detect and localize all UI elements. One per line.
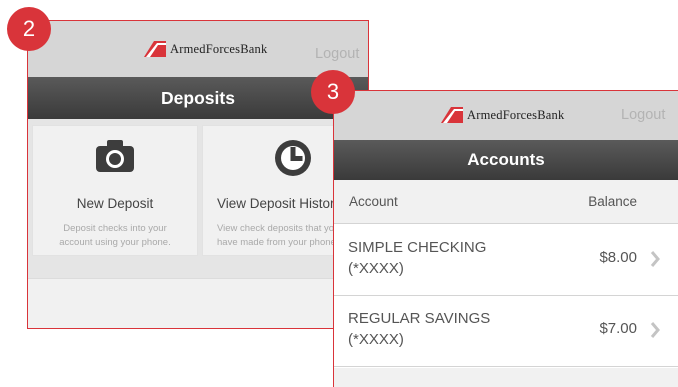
account-name: REGULAR SAVINGS [348, 310, 491, 327]
brand-name: ArmedForcesBank [467, 107, 565, 122]
step-badge-3: 3 [311, 70, 355, 114]
balance-column-header: Balance [588, 194, 637, 209]
deposit-options: New Deposit Deposit checks into your acc… [28, 119, 368, 279]
accounts-screen: ArmedForcesBank Logout Accounts Account … [333, 90, 678, 387]
account-number: (*XXXX) [348, 331, 404, 348]
list-footer [334, 368, 678, 387]
new-deposit-description: Deposit checks into your account using y… [33, 222, 197, 250]
account-row-regular-savings[interactable]: REGULAR SAVINGS (*XXXX) $7.00 [334, 296, 678, 367]
bank-logo: ArmedForcesBank [441, 107, 564, 123]
chevron-right-icon [650, 251, 660, 267]
bank-flag-icon [441, 107, 463, 123]
account-name: SIMPLE CHECKING [348, 239, 487, 256]
bank-flag-icon [144, 41, 166, 57]
account-balance: $7.00 [599, 320, 637, 337]
app-header: ArmedForcesBank Logout [28, 21, 368, 77]
new-deposit-title: New Deposit [76, 196, 154, 211]
camera-icon [94, 138, 136, 179]
accounts-table-header: Account Balance [334, 180, 678, 224]
chevron-right-icon [650, 322, 660, 338]
logout-link[interactable]: Logout [621, 107, 665, 123]
app-header: ArmedForcesBank Logout [334, 91, 678, 140]
brand-name: ArmedForcesBank [170, 41, 268, 56]
step-badge-2: 2 [7, 7, 51, 51]
deposits-screen: ArmedForcesBank Logout Deposits New Depo… [27, 20, 369, 329]
bank-logo: ArmedForcesBank [144, 41, 267, 57]
new-deposit-desc-line2: account using your phone. [59, 237, 171, 248]
stage: ArmedForcesBank Logout Deposits New Depo… [0, 0, 678, 387]
new-deposit-desc-line1: Deposit checks into your [63, 223, 167, 234]
account-column-header: Account [349, 194, 398, 209]
account-number: (*XXXX) [348, 260, 404, 277]
page-title: Accounts [334, 140, 678, 180]
logout-link[interactable]: Logout [315, 46, 359, 62]
account-balance: $8.00 [599, 249, 637, 266]
new-deposit-tile[interactable]: New Deposit Deposit checks into your acc… [32, 125, 198, 256]
account-row-simple-checking[interactable]: SIMPLE CHECKING (*XXXX) $8.00 [334, 225, 678, 296]
clock-icon [273, 138, 313, 183]
